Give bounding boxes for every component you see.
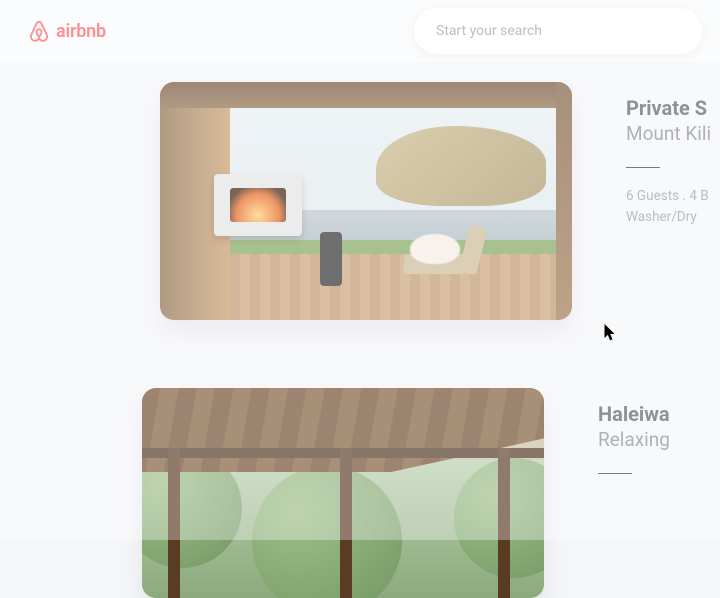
listing-info: Haleiwa Relaxing <box>598 388 720 598</box>
search-bar[interactable] <box>414 8 702 54</box>
listing-photo[interactable] <box>142 388 544 598</box>
listing-meta-amenities: Washer/Dry <box>626 207 720 228</box>
listing-subtitle: Relaxing <box>598 428 720 451</box>
mouse-cursor-icon <box>604 324 617 343</box>
listing-card[interactable]: Haleiwa Relaxing <box>160 388 720 598</box>
listing-info: Private S Mount Kili 6 Guests . 4 B Wash… <box>626 82 720 320</box>
brand-logo[interactable]: airbnb <box>28 19 106 43</box>
listing-title: Private S <box>626 96 720 120</box>
search-input[interactable] <box>436 23 680 39</box>
listing-card[interactable]: Private S Mount Kili 6 Guests . 4 B Wash… <box>160 82 720 320</box>
airbnb-logo-icon <box>28 19 50 43</box>
app-header: airbnb <box>0 0 720 62</box>
divider <box>598 473 632 474</box>
listing-subtitle: Mount Kili <box>626 122 720 145</box>
listing-photo[interactable] <box>160 82 572 320</box>
divider <box>626 167 660 168</box>
brand-name: airbnb <box>56 21 106 42</box>
listing-meta-guests: 6 Guests . 4 B <box>626 186 720 207</box>
listing-title: Haleiwa <box>598 402 720 426</box>
